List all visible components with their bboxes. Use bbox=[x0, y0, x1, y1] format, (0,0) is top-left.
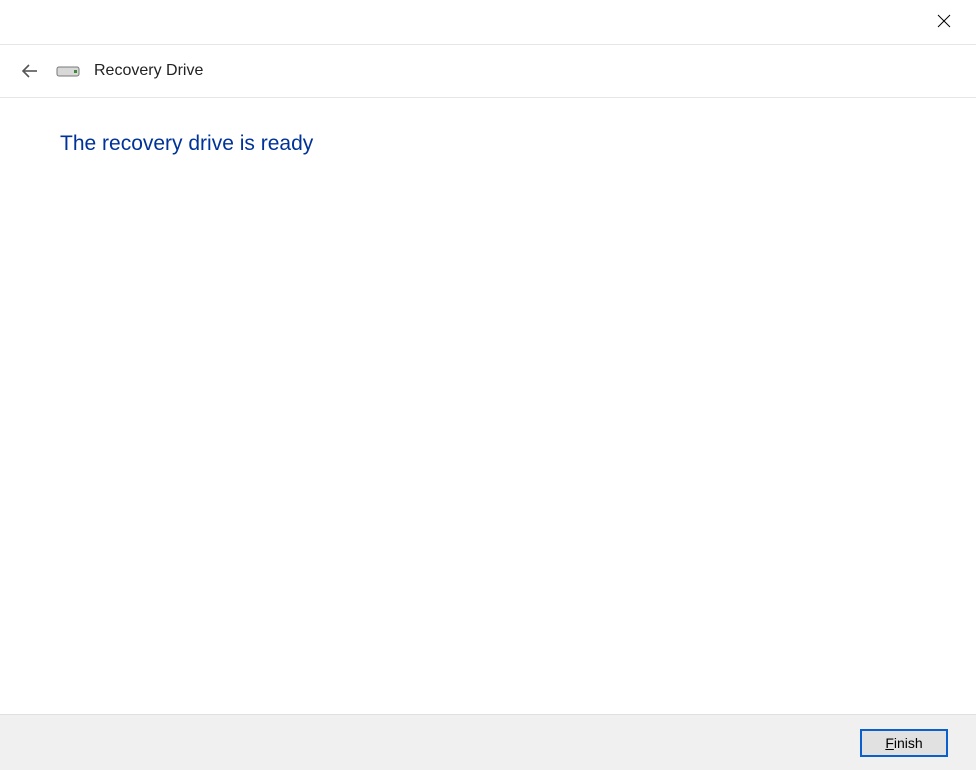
arrow-left-icon bbox=[20, 61, 40, 81]
titlebar bbox=[0, 0, 976, 44]
close-icon bbox=[937, 14, 951, 28]
header-bar: Recovery Drive bbox=[0, 44, 976, 98]
back-button[interactable] bbox=[18, 59, 42, 83]
page-heading: The recovery drive is ready bbox=[60, 132, 916, 156]
drive-icon bbox=[56, 63, 80, 79]
content-area: The recovery drive is ready bbox=[0, 98, 976, 714]
close-button[interactable] bbox=[926, 6, 962, 36]
finish-button-label: Finish bbox=[885, 735, 922, 751]
footer-bar: Finish bbox=[0, 714, 976, 770]
wizard-title: Recovery Drive bbox=[94, 62, 203, 80]
wizard-window: Recovery Drive The recovery drive is rea… bbox=[0, 0, 976, 770]
finish-button[interactable]: Finish bbox=[860, 729, 948, 757]
